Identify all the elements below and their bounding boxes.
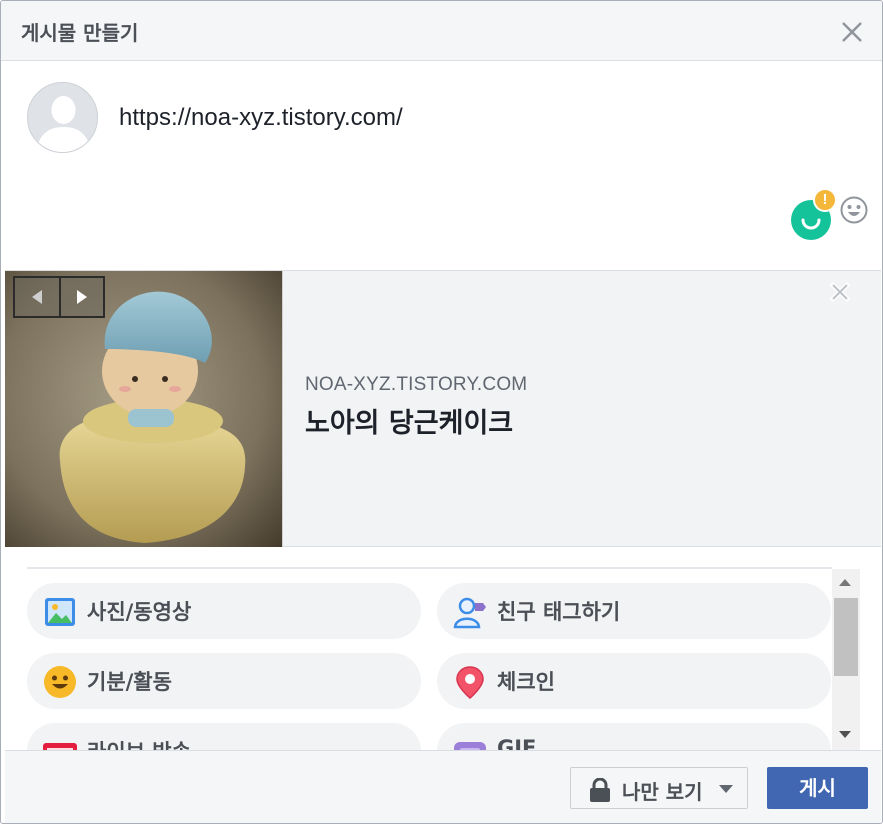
chevron-left-icon bbox=[31, 290, 42, 304]
option-gif[interactable]: GIF bbox=[437, 723, 831, 750]
scroll-thumb[interactable] bbox=[834, 598, 858, 676]
tag-friends-icon bbox=[453, 595, 487, 629]
link-preview[interactable]: NOA-XYZ.TISTORY.COM 노아의 당근케이크 bbox=[5, 270, 881, 547]
privacy-label: 나만 보기 bbox=[622, 780, 703, 804]
chevron-down-icon bbox=[719, 785, 733, 793]
option-tag-friends[interactable]: 친구 태그하기 bbox=[437, 583, 831, 639]
option-label: GIF bbox=[497, 736, 537, 750]
create-post-dialog: 게시물 만들기 https://noa-xyz.tistory.com/ ! N… bbox=[0, 0, 883, 824]
image-carousel-controls bbox=[13, 276, 105, 318]
privacy-selector-button[interactable]: 나만 보기 bbox=[570, 767, 748, 809]
dialog-title: 게시물 만들기 bbox=[21, 21, 139, 45]
post-composer[interactable]: https://noa-xyz.tistory.com/ ! bbox=[5, 62, 880, 270]
live-video-icon bbox=[43, 735, 77, 750]
option-feeling-activity[interactable]: 기분/활동 bbox=[27, 653, 421, 709]
option-label: 기분/활동 bbox=[87, 670, 172, 694]
option-live-video[interactable]: 라이브 방송 bbox=[27, 723, 421, 750]
option-label: 사진/동영상 bbox=[87, 600, 192, 624]
avatar bbox=[27, 82, 98, 153]
chevron-right-icon bbox=[76, 290, 87, 304]
preview-image bbox=[5, 271, 283, 547]
next-image-button[interactable] bbox=[58, 278, 103, 316]
close-icon[interactable] bbox=[837, 17, 867, 47]
post-button[interactable]: 게시 bbox=[767, 767, 868, 809]
preview-domain: NOA-XYZ.TISTORY.COM bbox=[305, 374, 528, 395]
option-photo-video[interactable]: 사진/동영상 bbox=[27, 583, 421, 639]
divider bbox=[27, 567, 832, 569]
photo-video-icon bbox=[43, 595, 77, 629]
grammarly-alert-badge[interactable]: ! bbox=[813, 188, 837, 212]
post-options: 사진/동영상 친구 태그하기 기분/활동 체크인 GIF bbox=[5, 547, 881, 750]
option-check-in[interactable]: 체크인 bbox=[437, 653, 831, 709]
scroll-up-icon[interactable] bbox=[839, 579, 851, 586]
option-label: 라이브 방송 bbox=[87, 736, 191, 750]
preview-title: 노아의 당근케이크 bbox=[305, 408, 514, 439]
dialog-header: 게시물 만들기 bbox=[1, 1, 882, 61]
emoji-icon[interactable] bbox=[839, 195, 869, 225]
check-in-icon bbox=[453, 665, 487, 699]
gif-icon bbox=[453, 735, 487, 750]
dialog-footer: 나만 보기 게시 bbox=[5, 750, 881, 823]
feeling-icon bbox=[43, 665, 77, 699]
option-label: 친구 태그하기 bbox=[497, 600, 621, 624]
option-label: 체크인 bbox=[497, 670, 555, 694]
previous-image-button[interactable] bbox=[15, 278, 59, 316]
lock-icon bbox=[589, 777, 611, 802]
options-scrollbar[interactable] bbox=[832, 569, 860, 750]
scroll-down-icon[interactable] bbox=[839, 731, 851, 738]
remove-preview-icon[interactable] bbox=[829, 281, 851, 303]
post-text-input[interactable]: https://noa-xyz.tistory.com/ bbox=[119, 104, 403, 132]
